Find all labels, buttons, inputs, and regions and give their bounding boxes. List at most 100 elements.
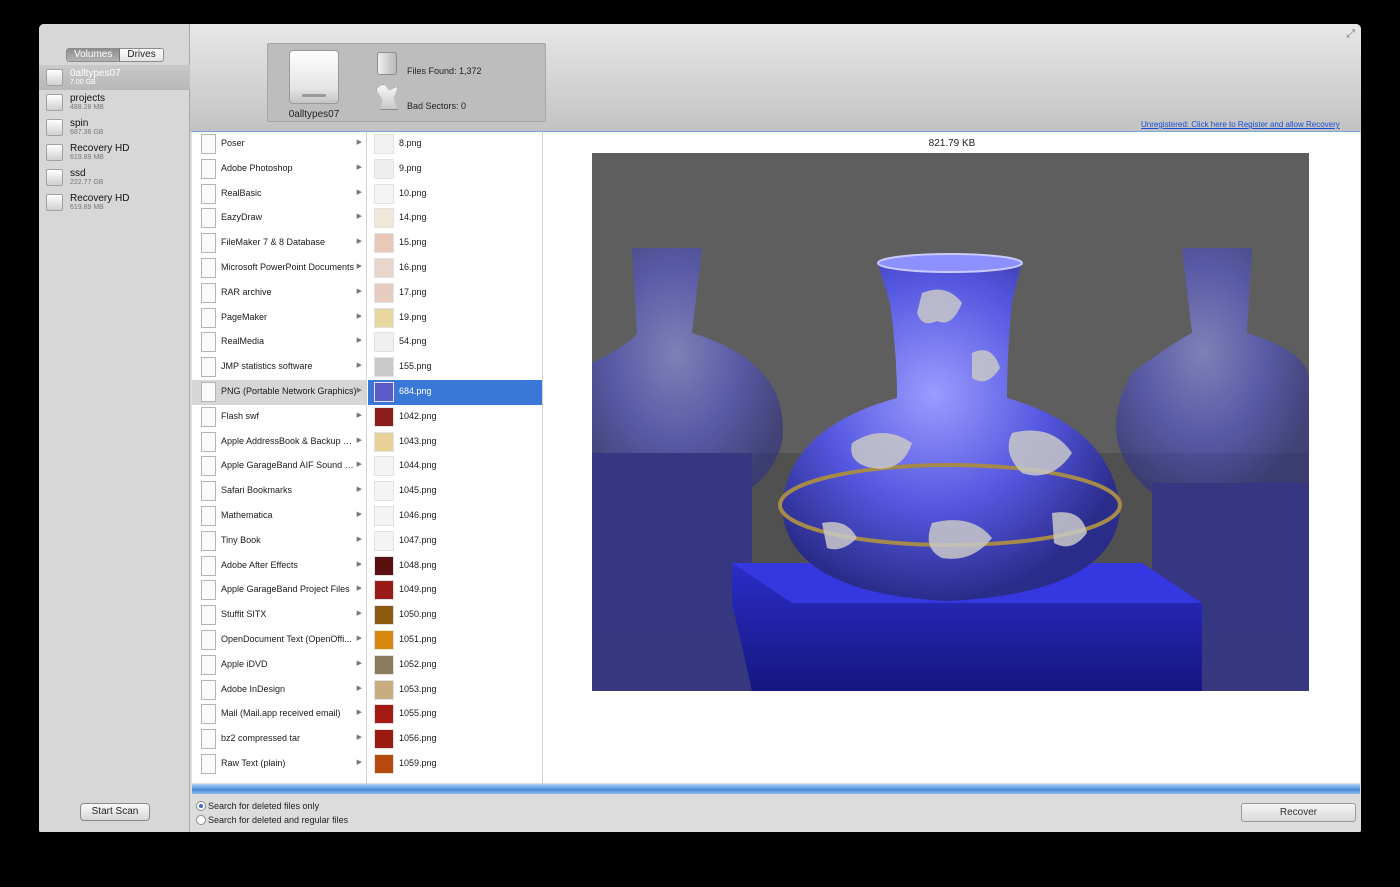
document-icon	[201, 580, 216, 601]
file-row[interactable]: 16.png	[368, 256, 542, 281]
file-name: 1051.png	[399, 633, 437, 644]
file-row[interactable]: 9.png	[368, 157, 542, 182]
volume-size: 687.36 GB	[70, 129, 104, 136]
volume-item[interactable]: Recovery HD 619.89 MB	[39, 140, 190, 165]
deleted-and-regular-label[interactable]: Search for deleted and regular files	[208, 815, 348, 825]
register-link[interactable]: Unregistered: Click here to Register and…	[1141, 120, 1340, 129]
document-icon	[201, 134, 216, 154]
file-name: 54.png	[399, 336, 427, 347]
file-thumbnail	[374, 629, 394, 650]
category-column[interactable]: Poser ▶ Adobe Photoshop ▶ RealBasic ▶ EazyDraw…	[192, 132, 367, 784]
file-row[interactable]: 1050.png	[368, 603, 542, 628]
files-found-label: Files Found: 1,372	[407, 66, 482, 76]
category-row[interactable]: Mathematica ▶	[192, 504, 366, 529]
category-row[interactable]: EazyDraw ▶	[192, 206, 366, 231]
category-label: Flash swf	[221, 410, 260, 421]
bad-sectors-label: Bad Sectors: 0	[407, 101, 467, 111]
category-row[interactable]: RealMedia ▶	[192, 330, 366, 355]
category-row[interactable]: JMP statistics software ▶	[192, 355, 366, 380]
tab-volumes[interactable]: Volumes	[67, 49, 121, 61]
file-row[interactable]: 1059.png	[368, 752, 542, 777]
category-row[interactable]: Adobe Photoshop ▶	[192, 157, 366, 182]
chevron-right-icon: ▶	[356, 510, 362, 518]
file-row[interactable]: 1049.png	[368, 578, 542, 603]
volume-item[interactable]: 0alltypes07 7.00 GB	[39, 65, 190, 90]
file-thumbnail	[374, 580, 394, 601]
file-row[interactable]: 8.png	[368, 132, 542, 157]
file-row[interactable]: 1045.png	[368, 479, 542, 504]
category-label: Mathematica	[221, 509, 273, 520]
file-thumbnail	[374, 729, 394, 750]
tab-drives[interactable]: Drives	[120, 49, 163, 61]
volume-item[interactable]: Recovery HD 619.89 MB	[39, 190, 190, 215]
volume-item[interactable]: projects 488.28 MB	[39, 90, 190, 115]
file-row[interactable]: 1044.png	[368, 454, 542, 479]
category-row[interactable]: bz2 compressed tar ▶	[192, 727, 366, 752]
file-row[interactable]: 1052.png	[368, 653, 542, 678]
category-row[interactable]: Apple GarageBand Project Files ▶	[192, 578, 366, 603]
file-row[interactable]: 1053.png	[368, 678, 542, 703]
category-row[interactable]: Adobe After Effects ▶	[192, 554, 366, 579]
file-row[interactable]: 1055.png	[368, 702, 542, 727]
file-name: 17.png	[399, 286, 427, 297]
document-icon	[201, 654, 216, 675]
fullscreen-icon[interactable]: ⤢	[1346, 28, 1355, 41]
file-row[interactable]: 17.png	[368, 281, 542, 306]
category-row[interactable]: Apple iDVD ▶	[192, 653, 366, 678]
file-row[interactable]: 684.png	[368, 379, 542, 405]
category-row[interactable]: OpenDocument Text (OpenOffi... ▶	[192, 628, 366, 653]
file-thumbnail	[374, 456, 394, 477]
file-name: 1052.png	[399, 658, 437, 669]
start-scan-button[interactable]: Start Scan	[80, 803, 150, 821]
volume-item[interactable]: ssd 222.77 GB	[39, 165, 190, 190]
category-row[interactable]: RealBasic ▶	[192, 182, 366, 207]
category-row[interactable]: Apple AddressBook & Backup Files ▶	[192, 430, 366, 455]
category-row[interactable]: RAR archive ▶	[192, 281, 366, 306]
file-row[interactable]: 1048.png	[368, 554, 542, 579]
file-row[interactable]: 15.png	[368, 231, 542, 256]
category-row[interactable]: Flash swf ▶	[192, 405, 366, 430]
disk-icon	[46, 169, 63, 186]
sidebar: Volumes Drives 0alltypes07 7.00 GB proje…	[39, 24, 190, 832]
deleted-and-regular-radio[interactable]	[196, 815, 206, 825]
category-row[interactable]: FileMaker 7 & 8 Database ▶	[192, 231, 366, 256]
volume-size: 7.00 GB	[70, 79, 96, 86]
file-row[interactable]: 1043.png	[368, 430, 542, 455]
deleted-only-radio[interactable]	[196, 801, 206, 811]
chevron-right-icon: ▶	[356, 262, 362, 270]
file-row[interactable]: 1046.png	[368, 504, 542, 529]
bottom-bar: Search for deleted files only Search for…	[192, 794, 1361, 832]
file-row[interactable]: 1047.png	[368, 529, 542, 554]
document-icon	[201, 679, 216, 700]
file-column[interactable]: 8.png 9.png 10.png 14.png 15.png 16.png 17.png…	[368, 132, 543, 784]
category-row[interactable]: Apple GarageBand AIF Sound Files ▶	[192, 454, 366, 479]
file-row[interactable]: 14.png	[368, 206, 542, 231]
drive-label: 0alltypes07	[288, 109, 340, 120]
category-row[interactable]: PNG (Portable Network Graphics) ▶	[192, 379, 366, 405]
file-row[interactable]: 19.png	[368, 306, 542, 331]
chevron-right-icon: ▶	[356, 585, 362, 593]
file-row[interactable]: 1042.png	[368, 405, 542, 430]
file-name: 16.png	[399, 261, 427, 272]
category-row[interactable]: Safari Bookmarks ▶	[192, 479, 366, 504]
file-row[interactable]: 1051.png	[368, 628, 542, 653]
category-row[interactable]: Raw Text (plain) ▶	[192, 752, 366, 777]
file-row[interactable]: 1056.png	[368, 727, 542, 752]
deleted-only-label[interactable]: Search for deleted files only	[208, 801, 319, 811]
chevron-right-icon: ▶	[356, 461, 362, 469]
recover-button[interactable]: Recover	[1241, 803, 1356, 822]
file-row[interactable]: 155.png	[368, 355, 542, 380]
file-row[interactable]: 10.png	[368, 182, 542, 207]
category-row[interactable]: Microsoft PowerPoint Documents ▶	[192, 256, 366, 281]
file-thumbnail	[374, 208, 394, 229]
volume-drive-toggle[interactable]: Volumes Drives	[66, 48, 164, 62]
category-row[interactable]: Poser ▶	[192, 132, 366, 157]
file-row[interactable]: 54.png	[368, 330, 542, 355]
category-row[interactable]: Adobe InDesign ▶	[192, 678, 366, 703]
category-row[interactable]: Stuffit SITX ▶	[192, 603, 366, 628]
volume-item[interactable]: spin 687.36 GB	[39, 115, 190, 140]
category-row[interactable]: Mail (Mail.app received email) ▶	[192, 702, 366, 727]
category-row[interactable]: PageMaker ▶	[192, 306, 366, 331]
category-row[interactable]: Tiny Book ▶	[192, 529, 366, 554]
file-thumbnail	[374, 233, 394, 254]
